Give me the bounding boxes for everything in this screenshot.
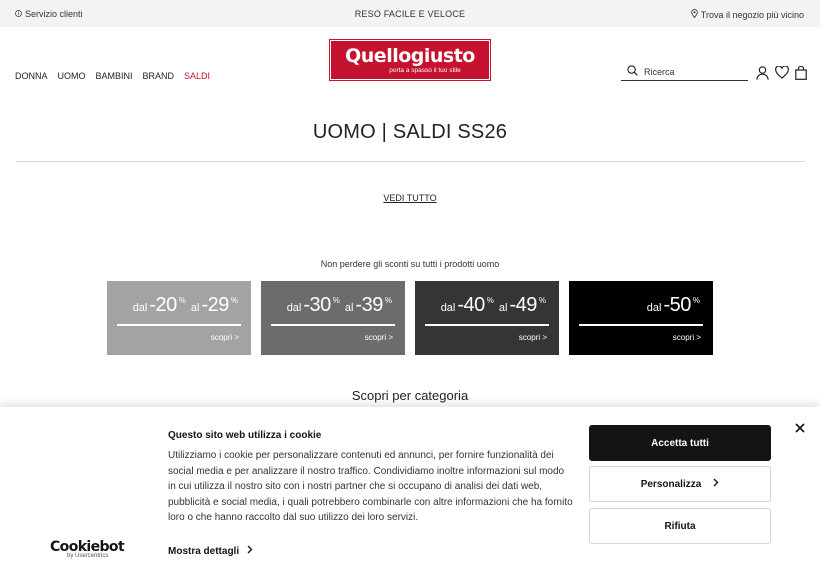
customize-button[interactable]: Personalizza bbox=[589, 466, 771, 502]
cookie-consent-dialog: Questo sito web utilizza i cookie Utiliz… bbox=[0, 407, 820, 577]
banner-underline bbox=[271, 324, 395, 326]
bag-icon[interactable] bbox=[795, 65, 807, 85]
discount-banner-20-29[interactable]: dal -20 % al -29 % scopri > bbox=[107, 281, 251, 355]
search-input[interactable] bbox=[644, 67, 739, 77]
search-bar bbox=[621, 64, 748, 81]
banner-to-label: al bbox=[344, 302, 354, 314]
banner-to-label: al bbox=[498, 302, 508, 314]
discount-banner-40-49[interactable]: dal -40 % al -49 % scopri > bbox=[415, 281, 559, 355]
banner-percent: % bbox=[692, 296, 700, 305]
banner-underline bbox=[425, 324, 549, 326]
banner-value-to: -49 bbox=[509, 294, 537, 316]
discount-banner-30-39[interactable]: dal -30 % al -39 % scopri > bbox=[261, 281, 405, 355]
banner-percent: % bbox=[538, 296, 546, 305]
search-icon[interactable] bbox=[627, 63, 638, 81]
location-pin-icon bbox=[691, 9, 698, 20]
banner-percent: % bbox=[332, 296, 340, 305]
banner-discover-link[interactable]: scopri > bbox=[211, 333, 239, 342]
nav-item-donna[interactable]: DONNA bbox=[15, 71, 48, 81]
banner-to-label: al bbox=[190, 302, 200, 314]
close-icon[interactable] bbox=[793, 421, 807, 435]
banner-percent: % bbox=[384, 296, 392, 305]
category-heading: Scopri per categoria bbox=[351, 388, 469, 403]
banner-from-label: dal bbox=[286, 302, 302, 314]
chevron-right-icon bbox=[713, 478, 719, 490]
banner-discover-link[interactable]: scopri > bbox=[365, 333, 393, 342]
accept-all-button[interactable]: Accetta tutti bbox=[589, 425, 771, 461]
cookie-body: Utilizziamo i cookie per personalizzare … bbox=[168, 450, 573, 524]
store-locator-label: Trova il negozio più vicino bbox=[700, 9, 804, 20]
banner-percent: % bbox=[178, 296, 186, 305]
view-all-link[interactable]: VEDI TUTTO bbox=[383, 193, 436, 203]
banner-from-label: dal bbox=[646, 302, 662, 314]
nav-item-uomo[interactable]: UOMO bbox=[58, 71, 86, 81]
banner-value-from: -30 bbox=[303, 294, 331, 316]
show-details-link[interactable]: Mostra dettagli bbox=[168, 545, 253, 557]
discount-banner-50[interactable]: dal -50 % scopri > bbox=[569, 281, 713, 355]
title-divider bbox=[16, 161, 805, 162]
nav-item-bambini[interactable]: BAMBINI bbox=[96, 71, 133, 81]
logo-tagline: porta a spasso il tuo stile bbox=[389, 67, 461, 74]
store-locator-link[interactable]: Trova il negozio più vicino bbox=[691, 9, 804, 20]
show-details-label: Mostra dettagli bbox=[168, 545, 240, 557]
main-nav: DONNA UOMO BAMBINI BRAND SALDI bbox=[15, 71, 210, 81]
banner-discover-link[interactable]: scopri > bbox=[673, 333, 701, 342]
banner-percent: % bbox=[230, 296, 238, 305]
chevron-right-icon bbox=[247, 545, 253, 557]
view-all-wrapper: VEDI TUTTO bbox=[0, 193, 820, 203]
banner-value-from: -40 bbox=[457, 294, 485, 316]
banner-percent: % bbox=[486, 296, 494, 305]
banner-from-label: dal bbox=[132, 302, 148, 314]
user-icon[interactable] bbox=[756, 66, 769, 85]
header-icons bbox=[756, 65, 807, 85]
banner-discover-link[interactable]: scopri > bbox=[519, 333, 547, 342]
nav-item-brand[interactable]: BRAND bbox=[143, 71, 175, 81]
banner-value-to: -39 bbox=[355, 294, 383, 316]
banner-underline bbox=[117, 324, 241, 326]
customize-label: Personalizza bbox=[640, 478, 702, 490]
cookiebot-logo[interactable]: Cookiebot by Usercentrics bbox=[50, 539, 125, 559]
reject-button[interactable]: Rifiuta bbox=[589, 508, 771, 544]
banner-underline bbox=[579, 324, 703, 326]
promo-subtitle: Non perdere gli sconti su tutti i prodot… bbox=[320, 259, 500, 269]
cookie-title: Questo sito web utilizza i cookie bbox=[168, 430, 322, 441]
brand-logo[interactable]: Quellogiusto porta a spasso il tuo stile bbox=[329, 39, 491, 81]
banner-value-from: -50 bbox=[663, 294, 691, 316]
banner-from-label: dal bbox=[440, 302, 456, 314]
heart-icon[interactable] bbox=[775, 65, 789, 85]
logo-name: Quellogiusto bbox=[345, 45, 475, 67]
page-title: UOMO | SALDI SS26 bbox=[312, 121, 508, 143]
nav-item-saldi[interactable]: SALDI bbox=[184, 71, 210, 81]
banner-value-to: -29 bbox=[201, 294, 229, 316]
banner-value-from: -20 bbox=[149, 294, 177, 316]
top-info-bar: Servizio clienti RESO FACILE E VELOCE Tr… bbox=[0, 0, 820, 27]
